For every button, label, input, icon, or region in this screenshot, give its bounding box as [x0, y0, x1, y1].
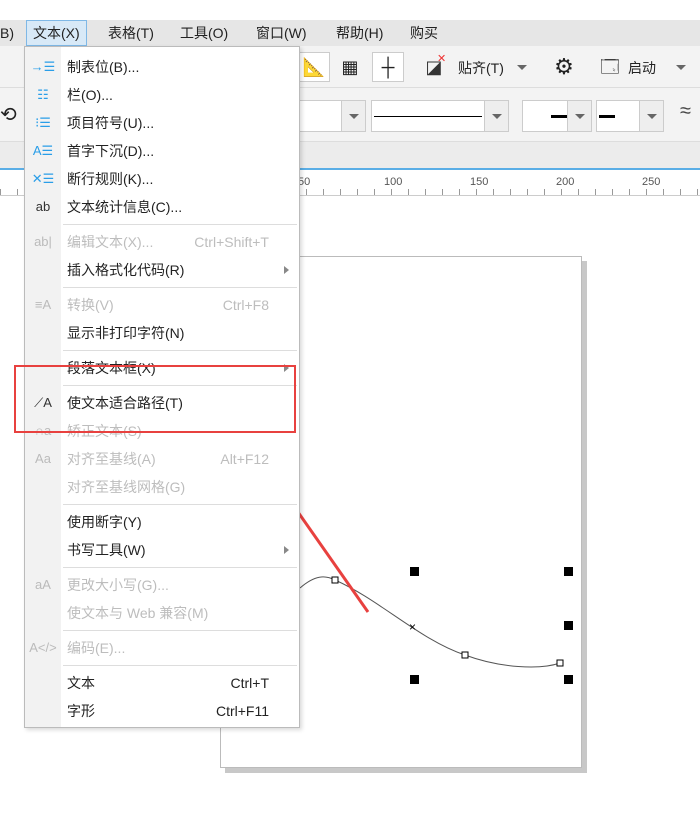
- menu-item: Aa 对齐至基线(A) Alt+F12: [25, 445, 299, 473]
- menu-item-shortcut: Ctrl+F8: [222, 297, 269, 313]
- menu-item-shortcut: Alt+F12: [220, 451, 269, 467]
- menu-item-label: 更改大小写(G)...: [67, 577, 169, 593]
- selection-handle[interactable]: [564, 621, 573, 630]
- line-break-rules-icon: ✕☰: [31, 171, 55, 186]
- menu-item[interactable]: 文本 Ctrl+T: [25, 669, 299, 697]
- menu-item: ≡A 转换(V) Ctrl+F8: [25, 291, 299, 319]
- menu-item-label: 显示非打印字符(N): [67, 325, 185, 341]
- menu-item-label: 文本统计信息(C)...: [67, 199, 183, 215]
- menu-item-label: 使用断字(Y): [67, 514, 142, 530]
- menu-item[interactable]: 插入格式化代码(R): [25, 256, 299, 284]
- convert-icon: ≡A: [34, 297, 52, 312]
- menu-item[interactable]: 字形 Ctrl+F11: [25, 697, 299, 725]
- menu-item: aA 更改大小写(G)...: [25, 571, 299, 599]
- menu-item-label: 使文本与 Web 兼容(M): [67, 605, 209, 621]
- menu-separator: [25, 662, 299, 669]
- menu-item[interactable]: A☰ 首字下沉(D)...: [25, 137, 299, 165]
- menu-item[interactable]: ✕☰ 断行规则(K)...: [25, 165, 299, 193]
- menu-separator: [25, 284, 299, 291]
- menu-item-label: 制表位(B)...: [67, 59, 140, 75]
- menu-item-label: 对齐至基线网格(G): [67, 479, 186, 495]
- submenu-arrow-icon: [284, 266, 289, 274]
- menu-item-label: 字形: [67, 703, 95, 719]
- menu-item-label: 项目符号(U)...: [67, 115, 155, 131]
- menu-item: A</> 编码(E)...: [25, 634, 299, 662]
- align-baseline-icon: Aa: [35, 451, 51, 466]
- menu-item-label: 断行规则(K)...: [67, 171, 154, 187]
- text-statistics-icon: ab: [35, 199, 51, 214]
- highlight-box: [14, 365, 296, 433]
- menu-separator: [25, 221, 299, 228]
- bullets-icon: ⁝☰: [35, 115, 51, 130]
- menu-item[interactable]: →☰ 制表位(B)...: [25, 53, 299, 81]
- menu-item[interactable]: ☷ 栏(O)...: [25, 81, 299, 109]
- selection-handle[interactable]: [410, 567, 419, 576]
- edit-text-icon: ab|: [34, 234, 52, 249]
- change-case-icon: aA: [35, 577, 51, 592]
- selection-handle[interactable]: [410, 675, 419, 684]
- menu-item-shortcut: Ctrl+Shift+T: [194, 234, 269, 250]
- menu-separator: [25, 347, 299, 354]
- menu-separator: [25, 564, 299, 571]
- submenu-arrow-icon: [284, 546, 289, 554]
- menu-item[interactable]: ab 文本统计信息(C)...: [25, 193, 299, 221]
- node-handle: [331, 576, 339, 584]
- menu-item-label: 首字下沉(D)...: [67, 143, 155, 159]
- menu-item-label: 文本: [67, 675, 95, 691]
- drop-cap-icon: A☰: [32, 143, 54, 158]
- menu-item-label: 编辑文本(X)...: [67, 234, 154, 250]
- menu-item-label: 编码(E)...: [67, 640, 126, 656]
- menu-item[interactable]: 书写工具(W): [25, 536, 299, 564]
- menu-item[interactable]: 使用断字(Y): [25, 508, 299, 536]
- menu-item[interactable]: 显示非打印字符(N): [25, 319, 299, 347]
- selection-handle[interactable]: [564, 675, 573, 684]
- menu-item: 使文本与 Web 兼容(M): [25, 599, 299, 627]
- node-handle: [556, 659, 564, 667]
- node-handle: [461, 651, 469, 659]
- menu-item: ab| 编辑文本(X)... Ctrl+Shift+T: [25, 228, 299, 256]
- menu-separator: [25, 627, 299, 634]
- center-marker: ×: [409, 620, 416, 634]
- curve-path: [299, 576, 561, 668]
- menu-item-shortcut: Ctrl+F11: [215, 703, 269, 719]
- selection-handle[interactable]: [564, 567, 573, 576]
- menu-item-label: 插入格式化代码(R): [67, 262, 185, 278]
- menu-item-shortcut: Ctrl+T: [230, 675, 270, 691]
- tab-stops-icon: →☰: [30, 59, 56, 74]
- menu-item-label: 对齐至基线(A): [67, 451, 156, 467]
- menu-item-label: 转换(V): [67, 297, 114, 313]
- menu-separator: [25, 501, 299, 508]
- menu-item-label: 栏(O)...: [67, 87, 113, 103]
- menu-item[interactable]: ⁝☰ 项目符号(U)...: [25, 109, 299, 137]
- menu-item: 对齐至基线网格(G): [25, 473, 299, 501]
- encoding-icon: A</>: [29, 640, 57, 655]
- menu-item-label: 书写工具(W): [67, 542, 146, 558]
- columns-icon: ☷: [37, 87, 49, 102]
